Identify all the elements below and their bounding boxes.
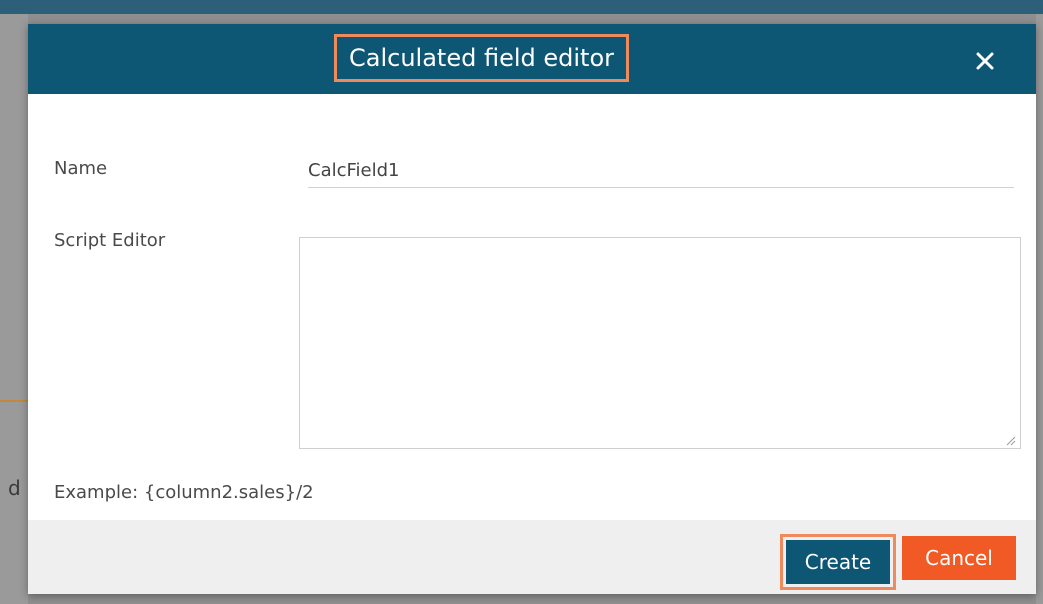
example-hint: Example: {column2.sales}/2 [54,482,314,503]
name-label: Name [54,158,108,179]
dialog-title: Calculated field editor [334,34,629,82]
close-icon [976,52,994,70]
script-editor-textarea[interactable] [299,237,1021,449]
background-accent-line [0,400,28,402]
calculated-field-dialog: Calculated field editor Name Script Edit… [28,24,1036,594]
dialog-body: Name Script Editor Example: {column2.sal… [28,94,1036,520]
create-button[interactable]: Create [786,540,890,584]
screen: d Calculated field editor Name Script Ed… [0,0,1043,604]
background-left-panel [0,14,28,604]
background-right-panel [1036,14,1043,604]
dialog-header: Calculated field editor [28,24,1036,94]
name-field[interactable] [308,154,1014,188]
background-header-bar [0,0,1043,14]
cancel-button[interactable]: Cancel [902,536,1016,580]
resize-handle-icon[interactable] [1004,434,1016,446]
script-editor-label: Script Editor [54,230,166,251]
background-partial-text: d [8,476,21,500]
dialog-footer: Create Cancel [28,520,1036,594]
close-button[interactable] [968,44,1002,78]
